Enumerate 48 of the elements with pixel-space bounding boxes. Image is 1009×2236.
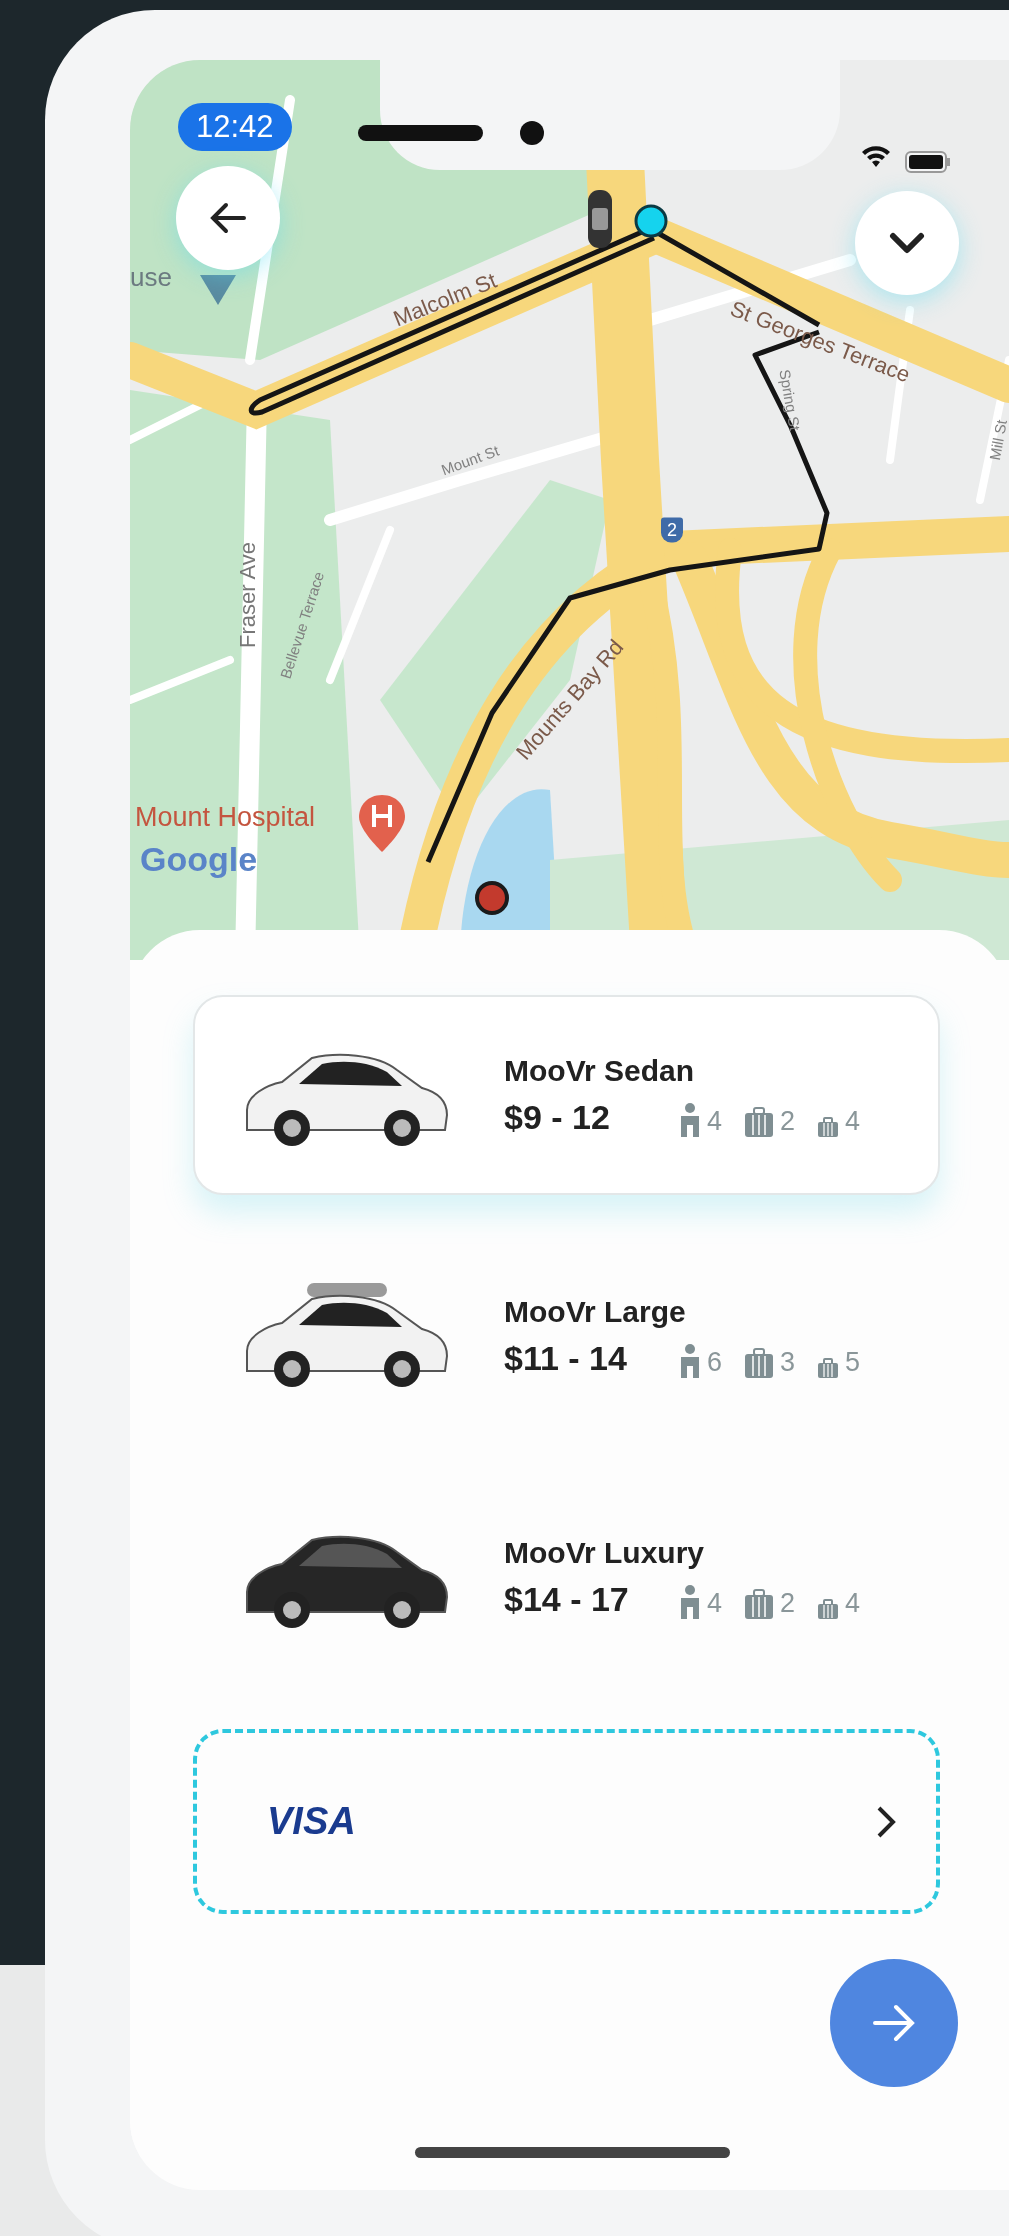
luggage-count: 3: [780, 1346, 796, 1378]
back-arrow-icon: [210, 202, 246, 234]
street-label: Mount St: [438, 441, 502, 479]
passenger-count: 6: [707, 1346, 723, 1378]
ride-name: MooVr Large: [504, 1294, 687, 1329]
bag-icon: [817, 1116, 840, 1137]
map-logo: Google: [140, 840, 258, 879]
chevron-right-icon: [876, 1804, 896, 1839]
suitcase-icon: [744, 1588, 775, 1619]
passenger-count: 4: [707, 1105, 723, 1137]
street-label: Mill St: [986, 418, 1009, 462]
passenger-count: 4: [707, 1587, 723, 1619]
suitcase-icon: [744, 1106, 775, 1137]
car-icon: [588, 190, 612, 248]
forward-arrow-icon: [872, 2004, 916, 2042]
payment-selector[interactable]: VISA: [193, 1729, 940, 1914]
chevron-down-icon: [889, 232, 925, 254]
hospital-pin-icon: [359, 795, 405, 852]
person-icon: [679, 1584, 701, 1619]
place-label: use: [130, 262, 172, 293]
pickup-pin: [634, 204, 668, 238]
card-brand: VISA: [267, 1800, 356, 1843]
bag-icon: [817, 1357, 840, 1378]
place-pin-icon: [200, 275, 236, 305]
battery-icon: [905, 151, 951, 173]
luggage-count: 2: [780, 1587, 796, 1619]
bag-count: 4: [845, 1105, 861, 1137]
ride-option[interactable]: MooVr Luxury $14 - 17 4 2 4: [193, 1477, 940, 1677]
status-time: 12:42: [178, 103, 292, 151]
street-label: Fraser Ave: [235, 542, 261, 648]
wifi-icon: [860, 143, 892, 169]
ride-option[interactable]: MooVr Sedan $9 - 12 4 2 4: [193, 995, 940, 1195]
ride-price: $11 - 14: [504, 1338, 628, 1378]
street-label: Spring St: [776, 368, 804, 432]
person-icon: [679, 1343, 701, 1378]
ride-name: MooVr Luxury: [504, 1535, 706, 1570]
person-icon: [679, 1102, 701, 1137]
bag-count: 5: [845, 1346, 861, 1378]
ride-name: MooVr Sedan: [504, 1053, 696, 1088]
suitcase-icon: [744, 1347, 775, 1378]
bag-count: 4: [845, 1587, 861, 1619]
place-label: Mount Hospital: [135, 802, 316, 833]
dropoff-pin: [475, 881, 509, 915]
ride-price: $9 - 12: [504, 1097, 611, 1137]
bag-icon: [817, 1598, 840, 1619]
luggage-count: 2: [780, 1105, 796, 1137]
ride-price: $14 - 17: [504, 1579, 630, 1619]
ride-option[interactable]: MooVr Large $11 - 14 6 3 5: [193, 1236, 940, 1436]
